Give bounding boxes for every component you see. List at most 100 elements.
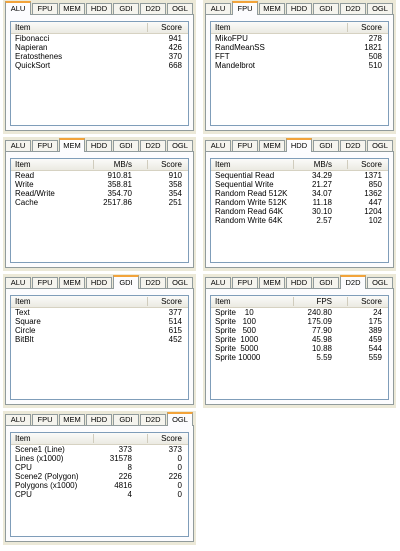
tab-mem[interactable]: MEM	[59, 138, 85, 152]
list-item[interactable]: Sprite 500 77.90 389	[211, 326, 388, 335]
column-header-item[interactable]: Item	[215, 160, 231, 169]
results-list[interactable]: Item FPS Score Sprite 10 240.80 24 Sprite 100 1…	[210, 295, 389, 400]
tab-d2d[interactable]: D2D	[340, 3, 366, 14]
tab-alu[interactable]: ALU	[5, 414, 31, 425]
results-list[interactable]: Item Score MikoFPU 278 RandMeanSS 1821 FFT 508 M…	[210, 21, 389, 126]
column-header-score[interactable]: Score	[161, 297, 182, 306]
list-item[interactable]: QuickSort 668	[11, 61, 188, 70]
column-header-score[interactable]: Score	[161, 434, 182, 443]
column-header-item[interactable]: Item	[15, 434, 31, 443]
list-item[interactable]: CPU 4 0	[11, 490, 188, 499]
tab-d2d[interactable]: D2D	[340, 140, 366, 151]
tab-alu[interactable]: ALU	[5, 140, 31, 151]
tab-mem[interactable]: MEM	[259, 3, 285, 14]
list-item[interactable]: FFT 508	[211, 52, 388, 61]
list-item[interactable]: Square 514	[11, 317, 188, 326]
list-item[interactable]: Sprite 10 240.80 24	[211, 308, 388, 317]
tab-d2d[interactable]: D2D	[140, 414, 166, 425]
list-item[interactable]: Sprite 10000 5.59 559	[211, 353, 388, 362]
column-header-score[interactable]: Score	[361, 160, 382, 169]
tab-gdi[interactable]: GDI	[113, 414, 139, 425]
list-item[interactable]: Random Write 64K 2.57 102	[211, 216, 388, 225]
list-item[interactable]: CPU 8 0	[11, 463, 188, 472]
tab-hdd[interactable]: HDD	[86, 3, 112, 14]
list-item[interactable]: Read/Write 354.70 354	[11, 189, 188, 198]
tab-ogl[interactable]: OGL	[167, 3, 193, 14]
tab-mem[interactable]: MEM	[59, 277, 85, 288]
list-item[interactable]: MikoFPU 278	[211, 34, 388, 43]
tab-fpu[interactable]: FPU	[32, 277, 58, 288]
tab-hdd[interactable]: HDD	[86, 277, 112, 288]
tab-gdi[interactable]: GDI	[113, 275, 139, 289]
tab-ogl[interactable]: OGL	[167, 277, 193, 288]
column-header-score[interactable]: Score	[161, 23, 182, 32]
tab-mem[interactable]: MEM	[59, 414, 85, 425]
tab-mem[interactable]: MEM	[259, 140, 285, 151]
tab-mem[interactable]: MEM	[59, 3, 85, 14]
column-header-score[interactable]: Score	[361, 297, 382, 306]
list-item[interactable]: Sequential Write 21.27 850	[211, 180, 388, 189]
tab-fpu[interactable]: FPU	[32, 3, 58, 14]
tab-gdi[interactable]: GDI	[313, 3, 339, 14]
tab-hdd[interactable]: HDD	[286, 3, 312, 14]
results-list[interactable]: Item MB/s Score Read 910.81 910 Write 358.81 358…	[10, 158, 189, 263]
tab-gdi[interactable]: GDI	[313, 140, 339, 151]
tab-ogl[interactable]: OGL	[167, 140, 193, 151]
tab-alu[interactable]: ALU	[205, 3, 231, 14]
tab-hdd[interactable]: HDD	[86, 140, 112, 151]
tab-hdd[interactable]: HDD	[286, 277, 312, 288]
list-item[interactable]: Random Read 64K 30.10 1204	[211, 207, 388, 216]
list-item[interactable]: Random Write 512K 11.18 447	[211, 198, 388, 207]
column-header-score[interactable]: Score	[161, 160, 182, 169]
tab-d2d[interactable]: D2D	[340, 275, 366, 289]
list-item[interactable]: BitBlt 452	[11, 335, 188, 344]
column-header-value[interactable]: MB/s	[114, 160, 132, 169]
tab-ogl[interactable]: OGL	[367, 140, 393, 151]
tab-alu[interactable]: ALU	[205, 140, 231, 151]
tab-hdd[interactable]: HDD	[86, 414, 112, 425]
column-header-item[interactable]: Item	[15, 23, 31, 32]
tab-d2d[interactable]: D2D	[140, 3, 166, 14]
list-item[interactable]: Sprite 1000 45.98 459	[211, 335, 388, 344]
list-item[interactable]: Scene2 (Polygon) 226 226	[11, 472, 188, 481]
list-item[interactable]: Fibonacci 941	[11, 34, 188, 43]
column-header-item[interactable]: Item	[215, 23, 231, 32]
list-item[interactable]: Write 358.81 358	[11, 180, 188, 189]
list-item[interactable]: Scene1 (Line) 373 373	[11, 445, 188, 454]
list-item[interactable]: Napieran 426	[11, 43, 188, 52]
tab-alu[interactable]: ALU	[205, 277, 231, 288]
tab-fpu[interactable]: FPU	[232, 277, 258, 288]
list-item[interactable]: RandMeanSS 1821	[211, 43, 388, 52]
tab-fpu[interactable]: FPU	[232, 1, 258, 15]
tab-ogl[interactable]: OGL	[367, 3, 393, 14]
column-header-item[interactable]: Item	[215, 297, 231, 306]
tab-fpu[interactable]: FPU	[32, 140, 58, 151]
tab-alu[interactable]: ALU	[5, 277, 31, 288]
tab-fpu[interactable]: FPU	[232, 140, 258, 151]
tab-hdd[interactable]: HDD	[286, 138, 312, 152]
list-item[interactable]: Sprite 100 175.09 175	[211, 317, 388, 326]
results-list[interactable]: Item Score Text 377 Square 514 Circle 615 BitBlt…	[10, 295, 189, 400]
list-item[interactable]: Random Read 512K 34.07 1362	[211, 189, 388, 198]
tab-ogl[interactable]: OGL	[167, 412, 193, 426]
list-item[interactable]: Mandelbrot 510	[211, 61, 388, 70]
results-list[interactable]: Item Score Scene1 (Line) 373 373 Lines (x1000…	[10, 432, 189, 537]
list-item[interactable]: Sprite 5000 10.88 544	[211, 344, 388, 353]
tab-gdi[interactable]: GDI	[313, 277, 339, 288]
list-item[interactable]: Text 377	[11, 308, 188, 317]
tab-ogl[interactable]: OGL	[367, 277, 393, 288]
column-header-item[interactable]: Item	[15, 297, 31, 306]
column-header-value[interactable]: FPS	[316, 297, 332, 306]
tab-alu[interactable]: ALU	[5, 1, 31, 15]
tab-d2d[interactable]: D2D	[140, 140, 166, 151]
tab-fpu[interactable]: FPU	[32, 414, 58, 425]
list-item[interactable]: Cache 2517.86 251	[11, 198, 188, 207]
results-list[interactable]: Item Score Fibonacci 941 Napieran 426 Eratosth…	[10, 21, 189, 126]
list-item[interactable]: Polygons (x1000) 4816 0	[11, 481, 188, 490]
list-item[interactable]: Circle 615	[11, 326, 188, 335]
tab-mem[interactable]: MEM	[259, 277, 285, 288]
results-list[interactable]: Item MB/s Score Sequential Read 34.29 1371 Seq…	[210, 158, 389, 263]
tab-gdi[interactable]: GDI	[113, 140, 139, 151]
list-item[interactable]: Lines (x1000) 31578 0	[11, 454, 188, 463]
list-item[interactable]: Read 910.81 910	[11, 171, 188, 180]
